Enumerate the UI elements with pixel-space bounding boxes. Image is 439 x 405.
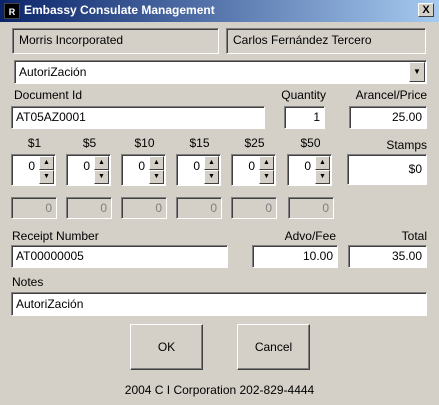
denomination-value: 0 — [193, 159, 200, 173]
total-field[interactable]: 35.00 — [348, 245, 427, 268]
notes-label: Notes — [12, 275, 44, 289]
denomination-label-50: $50 — [300, 136, 321, 150]
price-label: Arancel/Price — [355, 88, 427, 102]
denomination-label-25: $25 — [244, 136, 265, 150]
app-icon: R — [4, 3, 20, 19]
denomination-label-5: $5 — [82, 136, 97, 150]
company-name: Morris Incorporated — [19, 33, 124, 47]
arrow-down-icon[interactable]: ▼ — [204, 170, 219, 184]
arrow-up-icon[interactable]: ▲ — [259, 156, 274, 170]
arrow-up-icon[interactable]: ▲ — [149, 156, 164, 170]
denomination-subtotal-10: 0 — [121, 197, 167, 219]
denomination-label-10: $10 — [134, 136, 155, 150]
stamps-field[interactable]: $0 — [347, 154, 427, 185]
person-display: Carlos Fernández Tercero — [226, 28, 426, 54]
denomination-value: 0 — [248, 159, 255, 173]
denomination-subtotal-1: 0 — [11, 197, 57, 219]
arrow-up-icon[interactable]: ▲ — [204, 156, 219, 170]
arrow-down-icon[interactable]: ▼ — [315, 170, 330, 184]
denomination-stepper-25[interactable]: 0 ▲ ▼ — [231, 154, 276, 186]
denomination-value: 0 — [83, 159, 90, 173]
ok-button[interactable]: OK — [130, 324, 203, 370]
chevron-down-icon[interactable]: ▼ — [409, 62, 425, 82]
arrow-down-icon[interactable]: ▼ — [149, 170, 164, 184]
arrow-down-icon[interactable]: ▼ — [94, 170, 109, 184]
denomination-label-15: $15 — [189, 136, 210, 150]
document-id-field[interactable]: AT05AZ0001 — [11, 106, 265, 129]
receipt-number-field[interactable]: AT00000005 — [11, 245, 228, 268]
quantity-field[interactable]: 1 — [284, 106, 325, 129]
price-field[interactable]: 25.00 — [349, 106, 427, 129]
arrow-up-icon[interactable]: ▲ — [39, 156, 54, 170]
document-id-label: Document Id — [14, 88, 83, 102]
total-label: Total — [401, 229, 427, 243]
denomination-subtotal-25: 0 — [231, 197, 277, 219]
footer-text: 2004 C I Corporation 202-829-4444 — [124, 383, 315, 397]
fee-label: Advo/Fee — [284, 229, 336, 243]
denomination-subtotal-50: 0 — [288, 197, 334, 219]
denomination-stepper-5[interactable]: 0 ▲ ▼ — [66, 154, 111, 186]
arrow-down-icon[interactable]: ▼ — [259, 170, 274, 184]
denomination-subtotal-15: 0 — [176, 197, 222, 219]
arrow-up-icon[interactable]: ▲ — [94, 156, 109, 170]
denomination-stepper-10[interactable]: 0 ▲ ▼ — [121, 154, 166, 186]
receipt-number-label: Receipt Number — [12, 229, 99, 243]
denomination-value: 0 — [304, 159, 311, 173]
denomination-value: 0 — [138, 159, 145, 173]
denomination-stepper-50[interactable]: 0 ▲ ▼ — [287, 154, 332, 186]
close-button[interactable]: X — [418, 3, 434, 17]
cancel-button[interactable]: Cancel — [237, 324, 310, 370]
person-name: Carlos Fernández Tercero — [233, 33, 372, 47]
arrow-up-icon[interactable]: ▲ — [315, 156, 330, 170]
denomination-subtotal-5: 0 — [66, 197, 112, 219]
title-bar: R Embassy Consulate Management X — [0, 0, 439, 22]
service-select-value: AutoriZación — [19, 65, 87, 79]
stamps-label: Stamps — [386, 138, 427, 152]
company-display: Morris Incorporated — [12, 28, 219, 54]
fee-field[interactable]: 10.00 — [252, 245, 338, 268]
denomination-stepper-1[interactable]: 0 ▲ ▼ — [11, 154, 56, 186]
arrow-down-icon[interactable]: ▼ — [39, 170, 54, 184]
service-select[interactable]: AutoriZación ▼ — [14, 60, 427, 84]
quantity-label: Quantity — [281, 88, 326, 102]
window-title: Embassy Consulate Management — [24, 3, 215, 17]
denomination-stepper-15[interactable]: 0 ▲ ▼ — [176, 154, 221, 186]
denomination-value: 0 — [28, 159, 35, 173]
notes-field[interactable]: AutoriZación — [11, 292, 427, 316]
denomination-label-1: $1 — [27, 136, 42, 150]
